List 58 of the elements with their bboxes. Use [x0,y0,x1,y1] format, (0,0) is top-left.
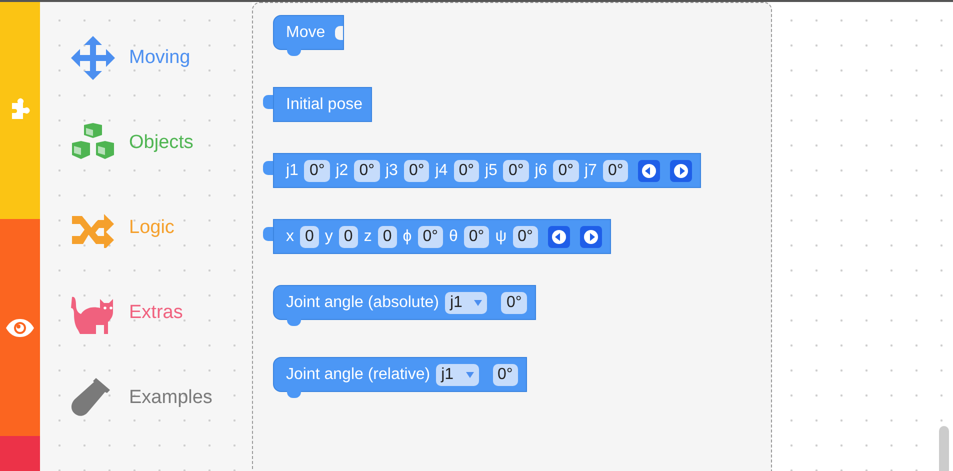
block-label: y [324,228,333,246]
code-block[interactable]: Joint angle (relative) j1 0° [273,357,527,392]
code-block[interactable]: x 0 y 0 z 0 ϕ 0° θ 0° ψ 0° [273,219,611,254]
block-label: Initial pose [286,96,362,114]
eye-icon [5,318,35,338]
joint-dropdown[interactable]: j1 [436,364,479,386]
block-label: j7 [584,162,597,180]
add-input-icon[interactable] [580,226,602,248]
block-label: Joint angle (absolute) [286,294,439,312]
remove-input-icon[interactable] [548,226,570,248]
connector-notch [287,391,301,398]
block-label: j6 [534,162,548,180]
category-label: Moving [129,47,190,69]
category-item[interactable]: Examples [70,375,212,421]
block-label: x [286,228,294,246]
block-label: ϕ [402,228,412,246]
caret-icon [466,372,474,378]
number-field[interactable]: 0° [304,160,330,182]
add-input-icon[interactable] [670,160,692,182]
number-field[interactable]: 0° [512,226,538,248]
block-label: ψ [495,228,507,246]
caret-icon [474,300,482,306]
number-field[interactable]: 0 [338,226,358,248]
number-field[interactable]: 0° [553,160,578,182]
scrollbar-thumb[interactable] [939,426,949,471]
block-label: θ [448,228,458,246]
number-field[interactable]: 0° [602,160,628,182]
move-arrows-icon [70,35,116,81]
category-label: Examples [129,387,212,409]
category-label: Extras [129,302,183,324]
number-field[interactable]: 0° [404,160,430,182]
category-tab[interactable] [0,219,40,436]
joint-dropdown[interactable]: j1 [444,292,488,314]
number-field[interactable]: 0° [418,226,443,248]
number-field[interactable]: 0 [300,226,319,248]
number-field[interactable]: 0° [454,160,479,182]
remove-input-icon[interactable] [638,160,660,182]
block-label: j3 [386,162,398,180]
connector-notch [287,319,301,326]
block-label: z [364,228,372,246]
block-label: j2 [336,162,348,180]
block-label: Joint angle (relative) [286,366,430,384]
number-field[interactable]: 0° [464,226,490,248]
block-label: j1 [286,162,298,180]
category-label: Logic [129,217,174,239]
number-field[interactable]: 0° [503,160,529,182]
block-label: j5 [485,162,498,180]
block-label: Move [286,24,326,42]
number-field[interactable]: 0 [378,226,397,248]
number-field[interactable]: 0° [492,364,518,386]
block-label: j4 [435,162,448,180]
number-field[interactable]: 0° [354,160,380,182]
code-block[interactable]: Joint angle (absolute) j1 0° [273,285,536,320]
connector-notch [287,49,301,56]
input-socket [335,26,344,40]
number-field[interactable]: 0° [501,292,527,314]
code-block[interactable]: j1 0° j2 0° j3 0° j4 0° j5 0° j6 0° j7 0° [273,153,702,188]
category-label: Objects [129,132,194,154]
